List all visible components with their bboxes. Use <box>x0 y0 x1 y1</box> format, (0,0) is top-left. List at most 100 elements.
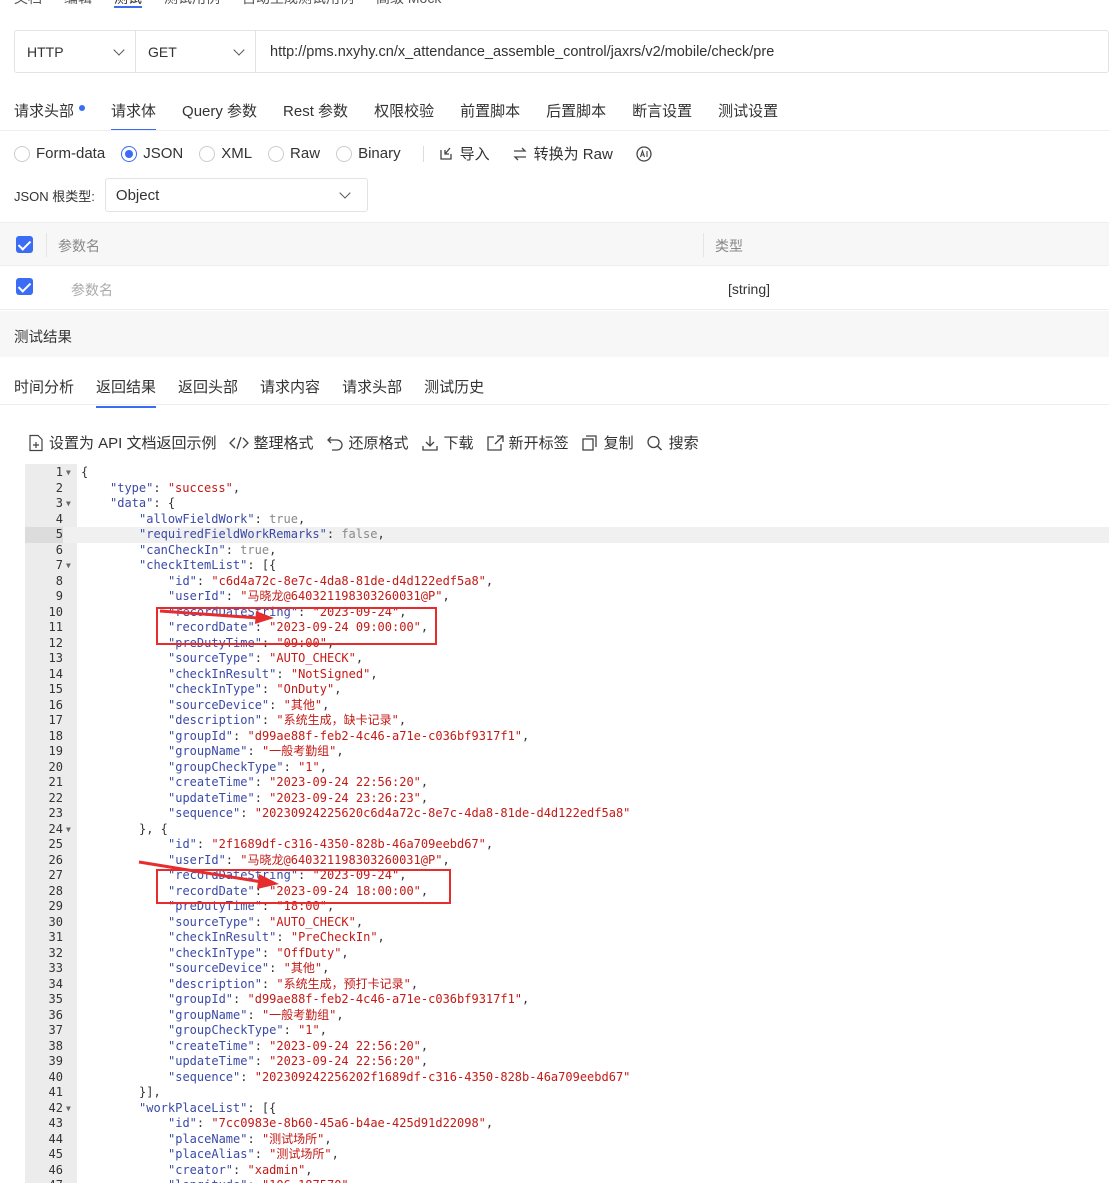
code-text: "groupName": "一般考勤组", <box>168 744 344 758</box>
line-number: 32 <box>48 945 63 960</box>
fold-arrow-icon[interactable]: ▼ <box>66 496 71 512</box>
line-number: 14 <box>48 666 63 681</box>
result-band <box>0 311 1109 357</box>
code-text: "createTime": "2023-09-24 22:56:20", <box>168 775 429 789</box>
method-value: GET <box>148 43 177 60</box>
code-line: 35 "groupId": "d99ae88f-feb2-4c46-a71e-c0… <box>25 992 1109 1008</box>
line-number: 6 <box>55 542 63 557</box>
code-text: "workPlaceList": [{ <box>139 1100 277 1115</box>
line-number: 44 <box>48 1131 63 1146</box>
json-root-select[interactable]: Object <box>104 178 368 212</box>
param-type-value[interactable]: [string] <box>728 281 770 297</box>
import-button[interactable]: 导入 <box>438 143 490 164</box>
url-input[interactable]: http://pms.nxyhy.cn/x_attendance_assembl… <box>256 44 774 60</box>
code-text: "checkInResult": "PreCheckIn", <box>168 930 385 944</box>
chevron-down-icon <box>233 43 245 56</box>
col-type-header: 类型 <box>715 238 743 254</box>
code-text: "userId": "马晓龙@640321198303260031@P", <box>168 589 450 603</box>
convert-raw-button[interactable]: 转换为 Raw <box>512 143 613 164</box>
request-tab[interactable]: 断言设置 <box>632 100 692 131</box>
top-tab[interactable]: 编辑 <box>64 0 92 8</box>
row-checkbox[interactable] <box>16 278 33 295</box>
request-tab[interactable]: 请求体 <box>111 100 157 131</box>
fold-arrow-icon[interactable]: ▼ <box>66 465 71 481</box>
request-tab[interactable]: Query 参数 <box>182 100 257 131</box>
request-tab[interactable]: 测试设置 <box>718 100 778 131</box>
param-name-input[interactable]: 参数名 <box>71 280 113 300</box>
code-line: 17 "description": "系统生成，缺卡记录", <box>25 713 1109 729</box>
divider <box>46 233 47 257</box>
request-tab-label: 请求体 <box>111 103 157 120</box>
copy-label: 复制 <box>603 435 634 452</box>
top-tab[interactable]: 高级 Mock <box>376 0 441 8</box>
ai-icon <box>636 145 652 162</box>
request-tab[interactable]: 后置脚本 <box>546 100 606 131</box>
download-icon <box>421 435 438 451</box>
top-tab[interactable]: 测试用例 <box>164 0 220 8</box>
code-line: 31 "checkInResult": "PreCheckIn", <box>25 930 1109 946</box>
body-type-radio[interactable]: JSON <box>121 145 183 162</box>
json-root-value: Object <box>115 186 160 204</box>
restore-format-button[interactable]: 还原格式 <box>326 432 409 453</box>
import-icon <box>439 147 452 160</box>
body-type-label: Form-data <box>36 145 106 162</box>
select-all-checkbox[interactable] <box>16 236 33 253</box>
body-type-radio[interactable]: Raw <box>268 145 320 162</box>
method-select[interactable]: GET <box>136 31 256 72</box>
annotation-box <box>156 607 437 645</box>
line-number: 26 <box>48 852 63 867</box>
request-tab[interactable]: Rest 参数 <box>283 100 348 131</box>
code-text: "longitude": "106.187570", <box>168 1178 356 1183</box>
line-number: 19 <box>48 744 63 758</box>
code-line: 24 ▼}, { <box>25 822 1109 838</box>
convert-raw-label: 转换为 Raw <box>533 146 613 163</box>
import-label: 导入 <box>459 146 490 163</box>
body-type-radio[interactable]: Form-data <box>14 145 105 162</box>
line-number: 46 <box>48 1162 63 1177</box>
line-number: 15 <box>48 682 63 696</box>
top-tab[interactable]: 文档 <box>14 0 42 8</box>
code-text: }], <box>139 1085 161 1099</box>
code-text: "sourceDevice": "其他", <box>168 697 330 712</box>
code-line: 39 "updateTime": "2023-09-24 22:56:20", <box>25 1054 1109 1070</box>
file-plus-icon <box>29 434 43 451</box>
copy-button[interactable]: 复制 <box>581 432 634 453</box>
request-tab[interactable]: 前置脚本 <box>460 100 520 131</box>
code-line: 20 "groupCheckType": "1", <box>25 760 1109 776</box>
code-line: 14 "checkInResult": "NotSigned", <box>25 667 1109 683</box>
body-type-radio[interactable]: Binary <box>336 145 401 162</box>
code-line: 26 "userId": "马晓龙@640321198303260031@P", <box>25 853 1109 869</box>
response-code-editor[interactable]: 1 ▼{2 "type": "success", 3 ▼ "data": {4 "allow… <box>25 464 1109 1183</box>
code-line: 32 "checkInType": "OffDuty", <box>25 946 1109 962</box>
line-number: 1 <box>55 465 63 479</box>
fold-arrow-icon[interactable]: ▼ <box>66 1101 71 1117</box>
ai-button[interactable] <box>635 145 659 163</box>
download-button[interactable]: 下载 <box>421 432 474 453</box>
code-line: 36 "groupName": "一般考勤组", <box>25 1008 1109 1024</box>
request-tab[interactable]: 请求头部 <box>14 100 86 131</box>
top-tabs: 文档 编辑 测试 测试用例 自动生成测试用例 高级 Mock <box>0 0 441 8</box>
line-number: 10 <box>48 604 63 619</box>
top-tab[interactable]: 测试 <box>114 0 142 8</box>
body-type-radio[interactable]: XML <box>199 145 252 162</box>
request-tab-label: 权限校验 <box>374 103 435 120</box>
line-number: 45 <box>48 1147 63 1161</box>
fold-arrow-icon[interactable]: ▼ <box>66 822 71 838</box>
code-line: 40 "sequence": "202309242256202f1689df-c3… <box>25 1070 1109 1086</box>
line-number: 7 <box>55 558 63 572</box>
code-text: "groupCheckType": "1", <box>168 759 327 774</box>
request-tab[interactable]: 权限校验 <box>374 100 434 131</box>
line-number: 9 <box>55 589 63 603</box>
protocol-select[interactable]: HTTP <box>15 31 136 72</box>
search-button[interactable]: 搜索 <box>646 432 699 453</box>
line-number: 31 <box>48 930 63 944</box>
line-number: 23 <box>48 806 63 820</box>
set-as-example-button[interactable]: 设置为 API 文档返回示例 <box>28 432 217 453</box>
top-tab[interactable]: 自动生成测试用例 <box>242 0 354 8</box>
code-text: "updateTime": "2023-09-24 23:26:23", <box>168 790 429 805</box>
search-label: 搜索 <box>668 435 699 452</box>
open-new-tab-button[interactable]: 新开标签 <box>486 432 569 453</box>
code-line: 9 "userId": "马晓龙@640321198303260031@P", <box>25 589 1109 605</box>
format-button[interactable]: 整理格式 <box>228 432 314 453</box>
fold-arrow-icon[interactable]: ▼ <box>66 558 71 574</box>
